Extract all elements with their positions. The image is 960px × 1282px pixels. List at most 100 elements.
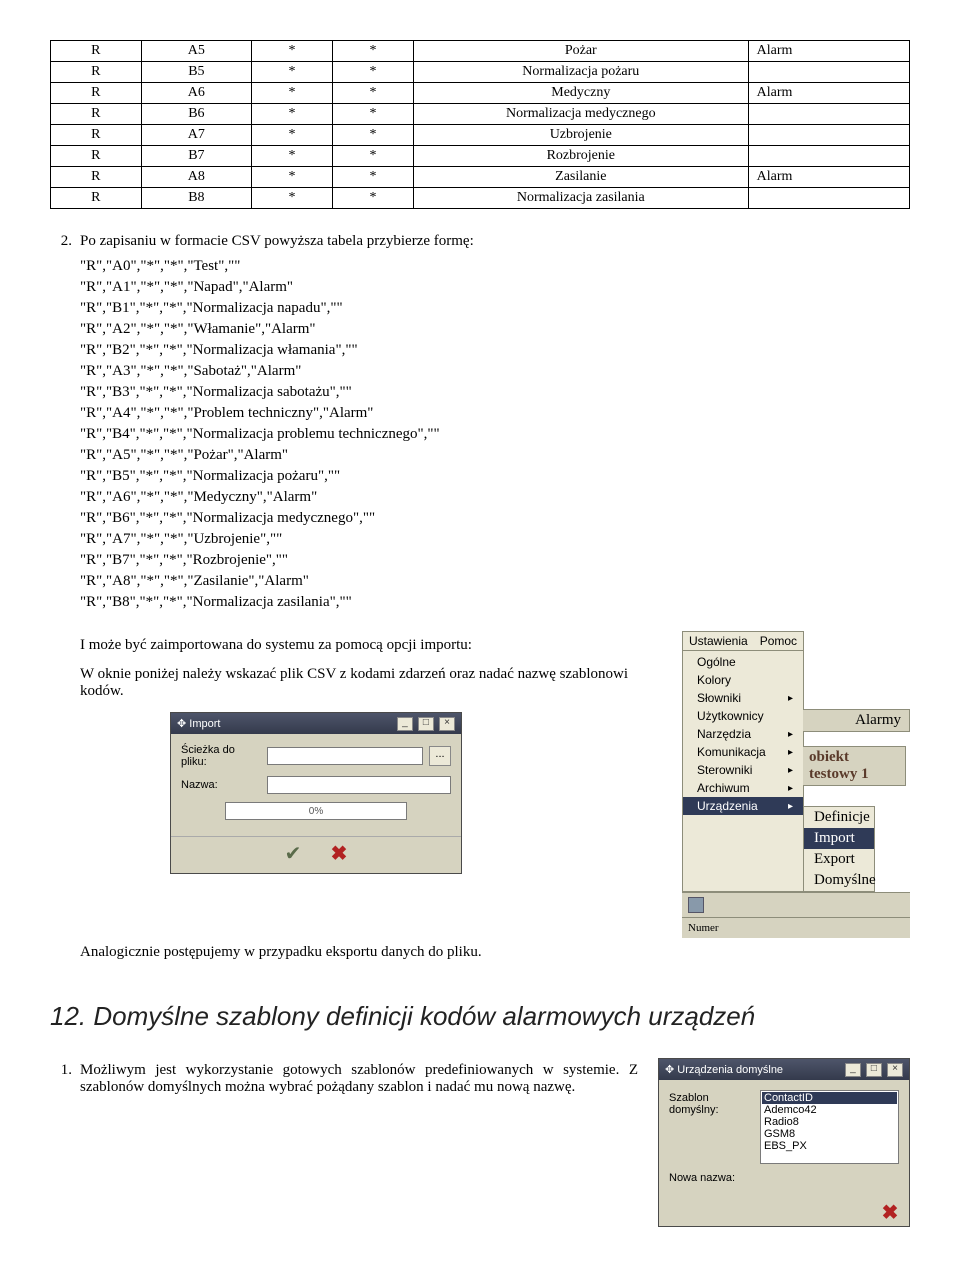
table-row: RB7**Rozbrojenie	[51, 146, 910, 167]
side-label-obiekt: obiekt testowy 1	[803, 746, 906, 786]
cell: *	[252, 83, 333, 104]
cell: *	[252, 41, 333, 62]
menu-item[interactable]: Słowniki▸	[683, 689, 803, 707]
browse-button[interactable]: ...	[429, 746, 451, 766]
cell: Normalizacja zasilania	[413, 188, 748, 209]
cell	[748, 188, 909, 209]
table-row: RB5**Normalizacja pożaru	[51, 62, 910, 83]
chevron-right-icon: ▸	[788, 693, 793, 704]
cell: A7	[141, 125, 251, 146]
chevron-right-icon: ▸	[788, 765, 793, 776]
cell	[748, 125, 909, 146]
section-12-heading: 12. Domyślne szablony definicji kodów al…	[50, 1001, 910, 1032]
toolbar-under	[682, 892, 910, 917]
submenu-urzadzenia: DefinicjeImportExportDomyślne	[803, 806, 875, 892]
csv-output: "R","A0","*","*","Test","" "R","A1","*",…	[80, 256, 910, 613]
cell: B6	[141, 104, 251, 125]
cell: *	[252, 167, 333, 188]
cell: A5	[141, 41, 251, 62]
step-number: 2.	[50, 233, 80, 250]
csv-preview-table: RA5**PożarAlarmRB5**Normalizacja pożaruR…	[50, 40, 910, 209]
menu-item[interactable]: Komunikacja▸	[683, 743, 803, 761]
template-label: Szablon domyślny:	[669, 1090, 754, 1116]
path-label: Ścieżka do pliku:	[181, 744, 261, 768]
maximize-button[interactable]: □	[866, 1063, 882, 1077]
cell: *	[252, 62, 333, 83]
import-intro-1: I może być zaimportowana do systemu za p…	[80, 637, 670, 654]
cell: Uzbrojenie	[413, 125, 748, 146]
chevron-right-icon: ▸	[788, 729, 793, 740]
ok-button[interactable]: ✔	[280, 841, 306, 865]
table-row: RA8**ZasilanieAlarm	[51, 167, 910, 188]
path-input[interactable]	[267, 747, 423, 765]
numer-label: Numer	[682, 917, 910, 938]
window-buttons: _ □ ×	[395, 716, 455, 731]
listbox-option[interactable]: Ademco42	[762, 1104, 897, 1116]
table-row: RA7**Uzbrojenie	[51, 125, 910, 146]
submenu-item[interactable]: Export	[804, 849, 874, 870]
dialog-title: ✥ Import	[177, 717, 220, 730]
default-devices-dialog: ✥ Urządzenia domyślne _ □ × Szablon domy…	[658, 1058, 910, 1227]
import-intro-2: W oknie poniżej należy wskazać plik CSV …	[80, 666, 670, 700]
cell: *	[252, 125, 333, 146]
new-name-label: Nowa nazwa:	[669, 1170, 754, 1184]
maximize-button[interactable]: □	[418, 717, 434, 731]
cell	[748, 104, 909, 125]
menu-item[interactable]: Użytkownicy	[683, 707, 803, 725]
import-icon: ✥	[177, 718, 186, 730]
name-input[interactable]	[267, 776, 451, 794]
cell: *	[252, 146, 333, 167]
menu-item[interactable]: Ogólne	[683, 653, 803, 671]
cancel-button[interactable]: ✖	[326, 841, 352, 865]
step-text: Po zapisaniu w formacie CSV powyższa tab…	[80, 233, 910, 250]
window-buttons: _ □ ×	[843, 1062, 903, 1077]
cell: Medyczny	[413, 83, 748, 104]
minimize-button[interactable]: _	[397, 717, 413, 731]
chevron-right-icon: ▸	[788, 801, 793, 812]
menu-item[interactable]: Sterowniki▸	[683, 761, 803, 779]
template-listbox[interactable]: ContactIDAdemco42Radio8GSM8EBS_PX	[760, 1090, 899, 1164]
dialog-titlebar: ✥ Urządzenia domyślne _ □ ×	[659, 1059, 909, 1080]
cell: *	[332, 146, 413, 167]
dialog-title: ✥ Urządzenia domyślne	[665, 1063, 783, 1076]
menu-item[interactable]: Kolory	[683, 671, 803, 689]
chevron-right-icon: ▸	[788, 783, 793, 794]
import-dialog: ✥ Import _ □ × Ścieżka do pliku: ... Naz…	[170, 712, 462, 874]
menu-item[interactable]: Narzędzia▸	[683, 725, 803, 743]
minimize-button[interactable]: _	[845, 1063, 861, 1077]
cell: R	[51, 104, 142, 125]
side-label-alarmy: Alarmy	[803, 709, 910, 732]
step-2: 2. Po zapisaniu w formacie CSV powyższa …	[50, 233, 910, 250]
name-label: Nazwa:	[181, 779, 261, 791]
cell: R	[51, 41, 142, 62]
submenu-item[interactable]: Definicje	[804, 807, 874, 828]
cell: A6	[141, 83, 251, 104]
listbox-option[interactable]: Radio8	[762, 1116, 897, 1128]
cell: B7	[141, 146, 251, 167]
cell: B8	[141, 188, 251, 209]
cancel-button[interactable]: ✖	[877, 1200, 903, 1224]
cell: Normalizacja pożaru	[413, 62, 748, 83]
settings-menu: Ustawienia Pomoc OgólneKolorySłowniki▸Uż…	[682, 631, 804, 892]
menu-item[interactable]: Urządzenia▸	[683, 797, 803, 815]
cell: R	[51, 62, 142, 83]
listbox-option[interactable]: GSM8	[762, 1128, 897, 1140]
submenu-item[interactable]: Domyślne	[804, 870, 874, 891]
menu-ustawienia[interactable]: Ustawienia	[689, 634, 748, 648]
menu-pomoc[interactable]: Pomoc	[760, 634, 797, 648]
menu-item[interactable]: Archiwum▸	[683, 779, 803, 797]
cell: *	[252, 104, 333, 125]
toolbar-icon[interactable]	[688, 897, 704, 913]
listbox-option[interactable]: ContactID	[762, 1092, 897, 1104]
step-12-1: 1. Możliwym jest wykorzystanie gotowych …	[50, 1062, 638, 1096]
close-button[interactable]: ×	[887, 1063, 903, 1077]
devices-icon: ✥	[665, 1064, 674, 1076]
cell: B5	[141, 62, 251, 83]
dialog-titlebar: ✥ Import _ □ ×	[171, 713, 461, 734]
submenu-item[interactable]: Import	[804, 828, 874, 849]
cell: *	[252, 188, 333, 209]
listbox-option[interactable]: EBS_PX	[762, 1140, 897, 1152]
menu-header: Ustawienia Pomoc	[683, 632, 803, 651]
close-button[interactable]: ×	[439, 717, 455, 731]
cell: Pożar	[413, 41, 748, 62]
